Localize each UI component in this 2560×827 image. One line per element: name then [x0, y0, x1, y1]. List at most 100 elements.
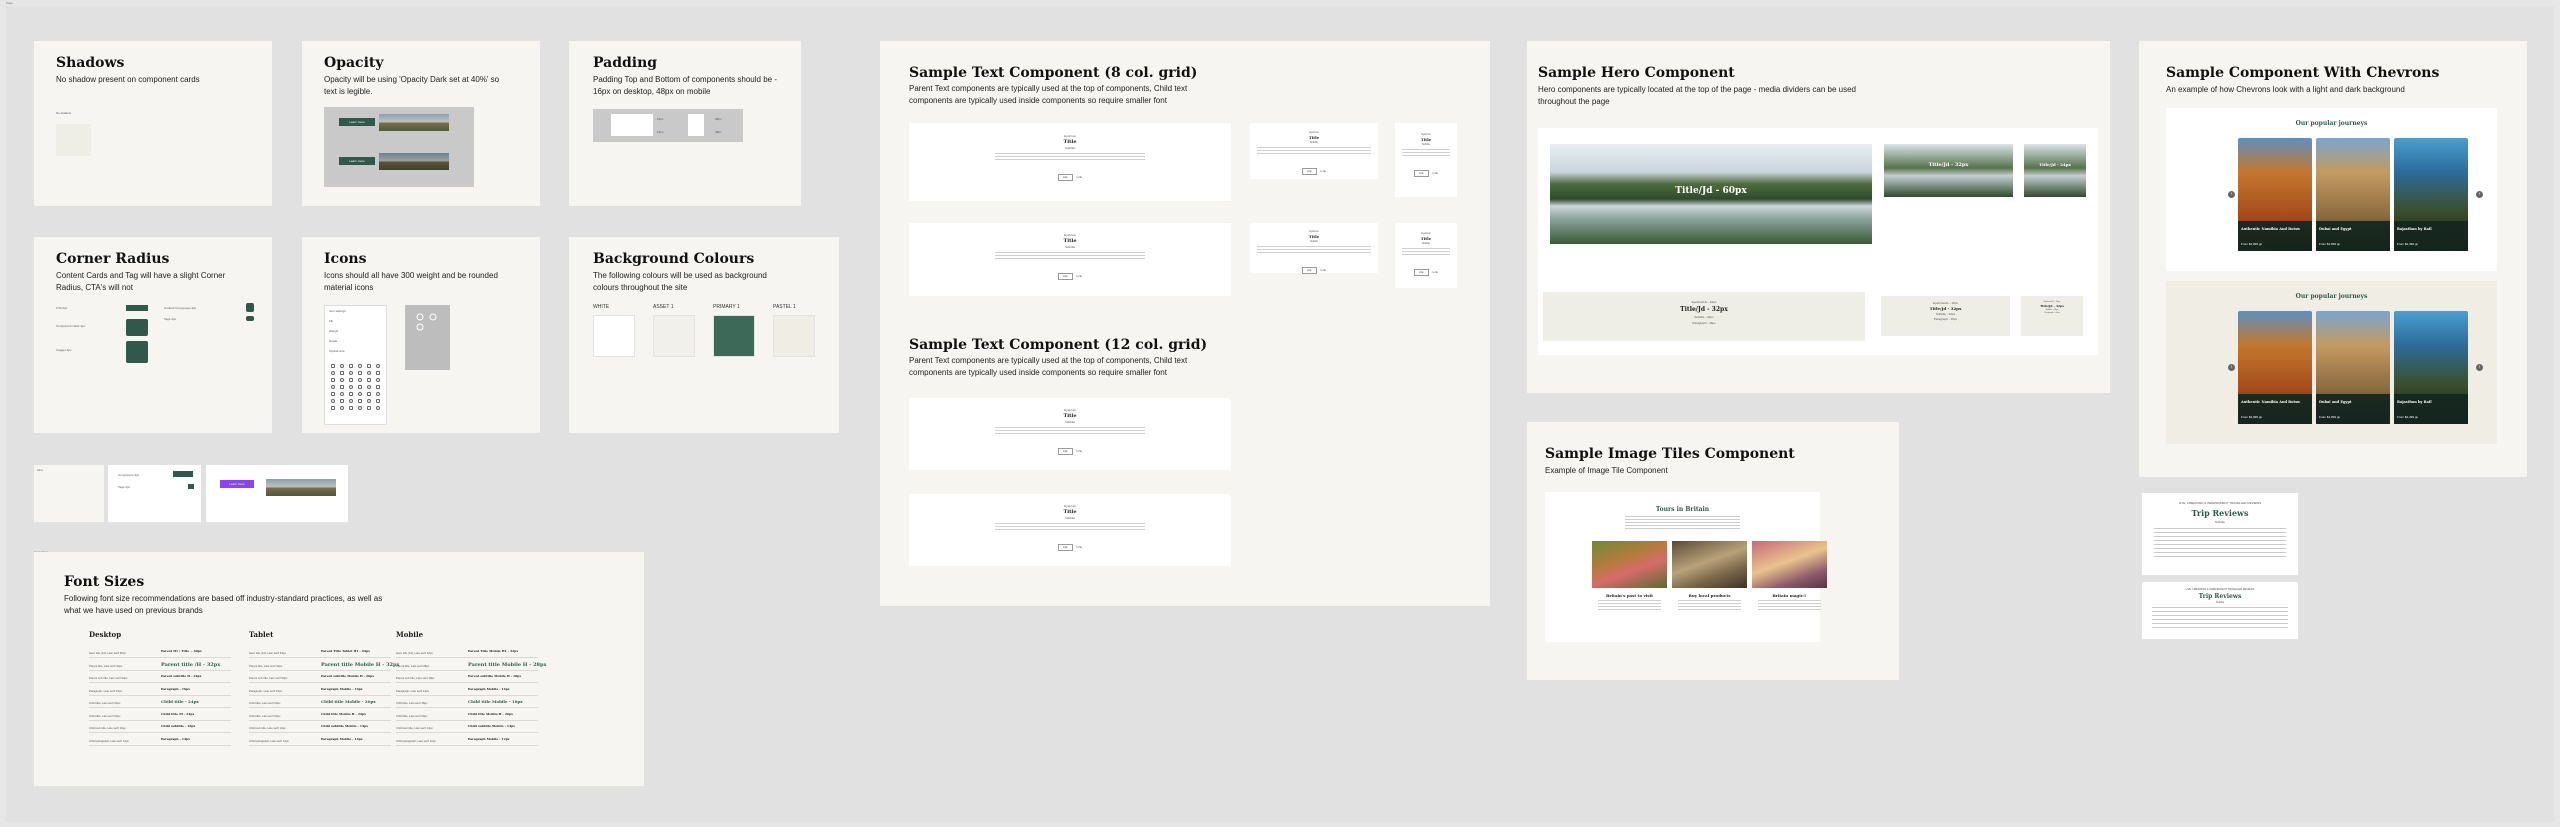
chevron-left-icon[interactable]: ‹ [2228, 364, 2235, 371]
shadows-frame: Shadows No shadow present on component c… [34, 41, 272, 206]
material-icon[interactable] [331, 371, 335, 375]
material-icon[interactable] [358, 364, 362, 368]
text-card-button[interactable]: Link [1413, 170, 1429, 178]
chevron-left-icon[interactable]: ‹ [2228, 191, 2235, 198]
text-card-link[interactable]: Link [1077, 175, 1083, 179]
material-icon[interactable] [358, 385, 362, 389]
material-icon[interactable] [376, 364, 380, 368]
learn-more-button[interactable]: Learn more [339, 157, 375, 165]
material-icon[interactable] [340, 399, 344, 403]
font-row-sample: Child subtitle Mobile - 14px [468, 724, 515, 728]
tile-image[interactable] [1672, 541, 1747, 588]
material-icon[interactable] [349, 385, 353, 389]
text-card-link[interactable]: Link [1077, 545, 1083, 549]
tile-title[interactable]: Britain magic!! [1752, 593, 1827, 598]
material-icon[interactable] [331, 406, 335, 410]
text-card-link[interactable]: Link [1077, 449, 1083, 453]
journey-card[interactable]: Authentic Namibia And Botsw From $2,999 p… [2238, 311, 2312, 424]
opacity-image [379, 114, 449, 131]
text-card-button[interactable]: Link [1301, 167, 1317, 175]
tile-image[interactable] [1752, 541, 1827, 588]
material-icon[interactable] [376, 406, 380, 410]
frame-desc: Content Cards and Tag will have a slight… [56, 271, 226, 292]
font-row-divider [396, 694, 538, 696]
learn-more-button[interactable]: Learn more [339, 118, 375, 126]
material-icon[interactable] [340, 371, 344, 375]
material-icon[interactable] [349, 371, 353, 375]
tile-title[interactable]: Britain's past to visit [1592, 593, 1667, 598]
material-icon[interactable] [349, 364, 353, 368]
material-icon[interactable] [376, 371, 380, 375]
chevron-right-icon[interactable]: › [2476, 191, 2483, 198]
tile-image[interactable] [1592, 541, 1667, 588]
text-component-frame: Sample Text Component (8 col. grid) Pare… [880, 41, 1490, 606]
material-icon[interactable] [367, 406, 371, 410]
text-card-paragraph [995, 252, 1145, 261]
tile-title[interactable]: Buy local products [1672, 593, 1747, 598]
font-row-sample: Parent Title Tablet H1 - 44px [321, 649, 370, 653]
text-card-paragraph [1257, 246, 1371, 254]
text-card-subtitle: Subtitle [1422, 143, 1430, 147]
frame-title: Sample Component With Chevrons [2166, 65, 2440, 81]
font-column-title: Mobile [396, 630, 424, 639]
material-icon[interactable] [367, 378, 371, 382]
text-card-button[interactable]: Link [1057, 273, 1073, 281]
material-icon[interactable] [358, 399, 362, 403]
text-card-button[interactable]: Link [1057, 448, 1073, 456]
material-icon[interactable] [340, 364, 344, 368]
text-card-link[interactable]: Link [1077, 274, 1083, 278]
journey-card[interactable]: Rajasthan by Rail From $2,499 pp [2394, 311, 2468, 424]
text-card-button[interactable]: Link [1057, 173, 1073, 181]
text-card-button[interactable]: Link [1413, 269, 1429, 277]
journey-card[interactable]: Dubai and Egypt From $1,999 pp [2316, 138, 2390, 251]
text-card-title: Title [1063, 138, 1077, 145]
journey-card[interactable]: Rajasthan by Rail From $2,499 pp [2394, 138, 2468, 251]
material-icon[interactable] [349, 378, 353, 382]
font-row-label: Child title, Lato serif 24px [249, 713, 281, 718]
text-card-link[interactable]: Link [1433, 270, 1439, 274]
journey-card[interactable]: Authentic Namibia And Botsw From $2,999 p… [2238, 138, 2312, 251]
material-icon[interactable] [358, 371, 362, 375]
material-icon[interactable] [367, 399, 371, 403]
material-icon[interactable] [358, 392, 362, 396]
material-icon[interactable] [331, 399, 335, 403]
material-icon[interactable] [358, 406, 362, 410]
material-icon[interactable] [331, 392, 335, 396]
radius-label: Content for pop-ups 4px [164, 306, 197, 310]
material-icon[interactable] [376, 378, 380, 382]
material-icon[interactable] [376, 385, 380, 389]
hero-band-card: Eyebrow/JL - 16px Title/Jd - 32px Subtit… [1538, 279, 2098, 355]
material-icon[interactable] [349, 392, 353, 396]
reviews-title: Trip Reviews [2198, 593, 2242, 600]
material-icon[interactable] [367, 385, 371, 389]
material-icon[interactable] [349, 399, 353, 403]
material-icon[interactable] [331, 385, 335, 389]
material-icon[interactable] [340, 406, 344, 410]
material-icon[interactable] [349, 406, 353, 410]
font-row-label: Parent title, Lato serif 32px [249, 663, 283, 668]
text-card-link[interactable]: Link [1433, 171, 1439, 175]
material-icon[interactable] [331, 364, 335, 368]
font-row-divider [89, 732, 231, 733]
text-card-button[interactable]: Link [1057, 544, 1073, 552]
text-card-paragraph [1402, 248, 1450, 257]
material-icon[interactable] [367, 392, 371, 396]
material-icon[interactable] [367, 371, 371, 375]
material-icon[interactable] [376, 399, 380, 403]
cta-button[interactable]: Learn more [220, 480, 254, 488]
material-icon[interactable] [340, 378, 344, 382]
material-icon[interactable] [340, 392, 344, 396]
chevron-right-icon[interactable]: › [2476, 364, 2483, 371]
text-card-link[interactable]: Link [1321, 268, 1327, 272]
text-card-button[interactable]: Link [1301, 267, 1317, 274]
material-icon[interactable] [358, 378, 362, 382]
text-card: Eyebrow Title Subtitle Link Link [1395, 123, 1457, 197]
material-icon[interactable] [331, 378, 335, 382]
font-row-divider [249, 669, 391, 671]
material-icon[interactable] [340, 385, 344, 389]
journey-card[interactable]: Dubai and Egypt From $1,999 pp [2316, 311, 2390, 424]
material-icon[interactable] [376, 392, 380, 396]
reviews-subtitle: Subtitle [2215, 601, 2225, 604]
text-card-link[interactable]: Link [1321, 169, 1327, 173]
material-icon[interactable] [367, 364, 371, 368]
